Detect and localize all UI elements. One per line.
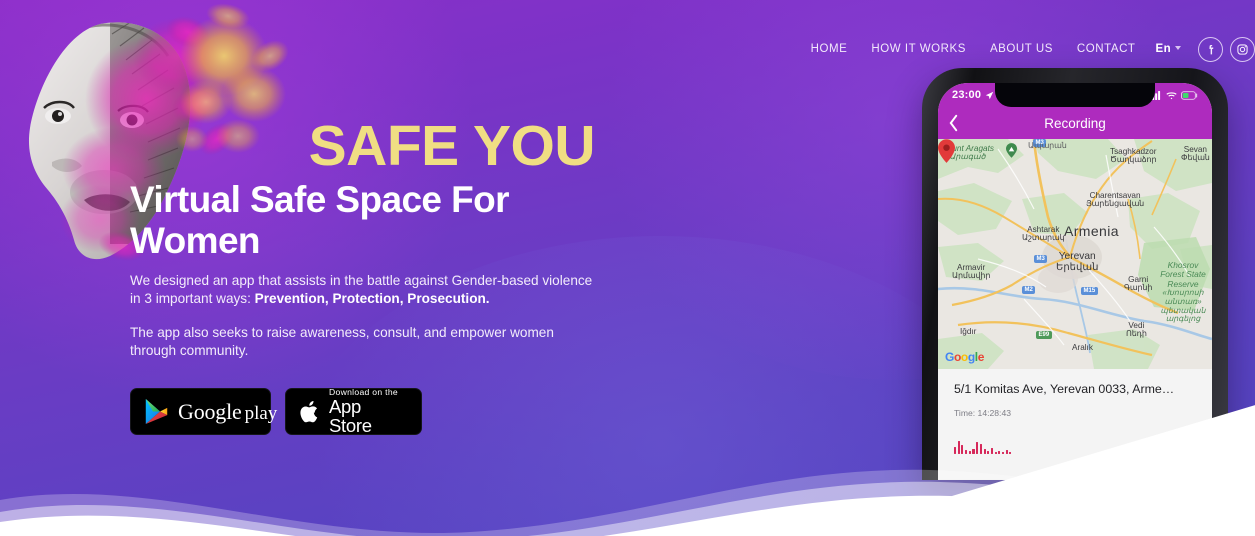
map-label-ashtarak: Ashtarak Աշտարակ [1022,225,1065,243]
waveform-bar [1009,451,1012,454]
waveform-bar [983,448,986,454]
map-label-armavir: Armavir Արմավիր [952,263,990,281]
google-play-word-1: Google [178,398,242,424]
map-label-sevan: Sevan Փեվան [1181,145,1210,163]
map-label-hy: Ծաղկաձոր [1110,155,1157,165]
waveform-bar [1005,449,1008,454]
hero-paragraph-2: The app also seeks to raise awareness, c… [130,324,554,359]
phone-notch [995,83,1155,107]
hero-section: HOME HOW IT WORKS ABOUT US CONTACT En SA… [0,0,1255,536]
app-store-button[interactable]: Download on the App Store [285,388,422,435]
recording-info-panel: 5/1 Komitas Ave, Yerevan 0033, Arme… Tim… [938,369,1212,479]
app-store-tagline: Download on the [329,386,398,397]
map-label-aparan: Ապարան [1028,141,1067,150]
hero-copy: SAFE YOU Virtual Safe Space For Women We… [130,118,600,361]
highway-shield: M3 [1034,255,1048,263]
highway-shield: E99 [1036,331,1052,339]
nav-link-how-it-works[interactable]: HOW IT WORKS [859,43,978,55]
waveform-bar [987,450,990,454]
map-label-igdir: Iğdır [960,327,977,336]
phone-app-header: Recording [938,107,1212,139]
map-label-charentsavan: Charentsavan Յարենցավան [1086,191,1144,209]
back-chevron-icon[interactable] [948,114,959,132]
waveform-bar [954,446,957,454]
language-label: En [1155,43,1171,55]
phone-mockup: 23:00 Recording M3 M3 M2 M15 E99 Mount A… [922,68,1228,480]
waveform-bar [998,450,1001,454]
hero-paragraph-1-emphasis: Prevention, Protection, Prosecution. [254,291,490,307]
nav-link-contact[interactable]: CONTACT [1065,43,1148,55]
waveform-bar [979,443,982,454]
map-label-en: Yerevan [1058,251,1096,262]
apple-icon [300,400,318,422]
waveform-bar [976,441,979,454]
location-arrow-icon [985,91,994,99]
google-logo: Google [945,350,984,364]
chevron-down-icon [1175,46,1181,50]
google-play-word-2: play [244,402,278,424]
hero-headline: Virtual Safe Space For Women [130,179,509,262]
map-label-tsaghkadzor: Tsaghkadzor Ծաղկաձոր [1110,147,1156,165]
instagram-icon[interactable] [1230,36,1255,62]
audio-waveform [954,432,1196,454]
brand-title: SAFE YOU [308,114,596,178]
battery-icon [1181,90,1198,100]
app-store-name: App Store [329,396,372,436]
status-bar-indicators [1149,90,1198,100]
top-navigation[interactable]: HOME HOW IT WORKS ABOUT US CONTACT En [799,36,1255,62]
phone-app-title: Recording [1044,115,1106,131]
mountain-marker-icon [1006,143,1017,158]
waveform-bar [1001,451,1005,454]
nav-link-home[interactable]: HOME [799,43,860,55]
map-label-hy: Արմավիր [952,271,991,281]
wifi-icon [1166,91,1177,99]
status-bar-time: 23:00 [952,89,982,101]
facebook-icon[interactable] [1198,36,1223,62]
language-selector[interactable]: En [1155,43,1181,55]
map-location-pin [938,139,955,163]
phone-screen: 23:00 Recording M3 M3 M2 M15 E99 Mount A… [938,83,1212,480]
waveform-bar [994,451,997,454]
waveform-bar [990,447,993,454]
map-label-hy: Յարենցավան [1086,199,1145,209]
hero-paragraph-1: We designed an app that assists in the b… [130,272,600,309]
map-label-hy: «Խոսրոսի անտառ» պետական արգելոց [1160,288,1206,324]
map-label-hy: Գարնի [1124,283,1153,293]
waveform-bar [972,448,975,454]
waveform-bar [957,440,960,454]
recording-time: Time: 14:28:43 [954,407,1012,418]
map-label-aralik: Aralık [1072,343,1093,352]
map-label-hy: Երեվան [1056,262,1099,274]
status-bar-time-group: 23:00 [952,89,994,101]
waveform-bar [968,450,971,454]
map-label-garni: Garni Գարնի [1124,275,1152,293]
map-label-hy: Ոեդի [1126,329,1147,339]
map-label-hy: Փեվան [1181,153,1210,163]
google-play-icon [145,399,168,424]
map-label-vedi: Vedi Ոեդի [1126,321,1147,339]
map-label-hy: Աշտարակ [1022,233,1065,243]
google-play-button[interactable]: Google play [130,388,277,435]
store-badges: Google play Download on the App Store [130,388,422,435]
map-label-khosrov-reserve: Khosrov Forest State Reserve «Խոսրոսի ան… [1156,260,1210,324]
map-label-armenia: Armenia [1064,223,1119,239]
waveform-bar [961,444,964,454]
waveform-bar [965,449,968,454]
highway-shield: M2 [1022,286,1036,294]
nav-link-about-us[interactable]: ABOUT US [978,43,1065,55]
highway-shield: M15 [1081,287,1098,295]
map-label-en: Khosrov Forest State Reserve [1160,260,1206,289]
recording-address: 5/1 Komitas Ave, Yerevan 0033, Arme… [954,382,1175,396]
map-view[interactable]: M3 M3 M2 M15 E99 Mount Aragats Արագած Ապ… [938,139,1212,369]
map-label-yerevan: Yerevan Երեվան [1056,251,1098,274]
